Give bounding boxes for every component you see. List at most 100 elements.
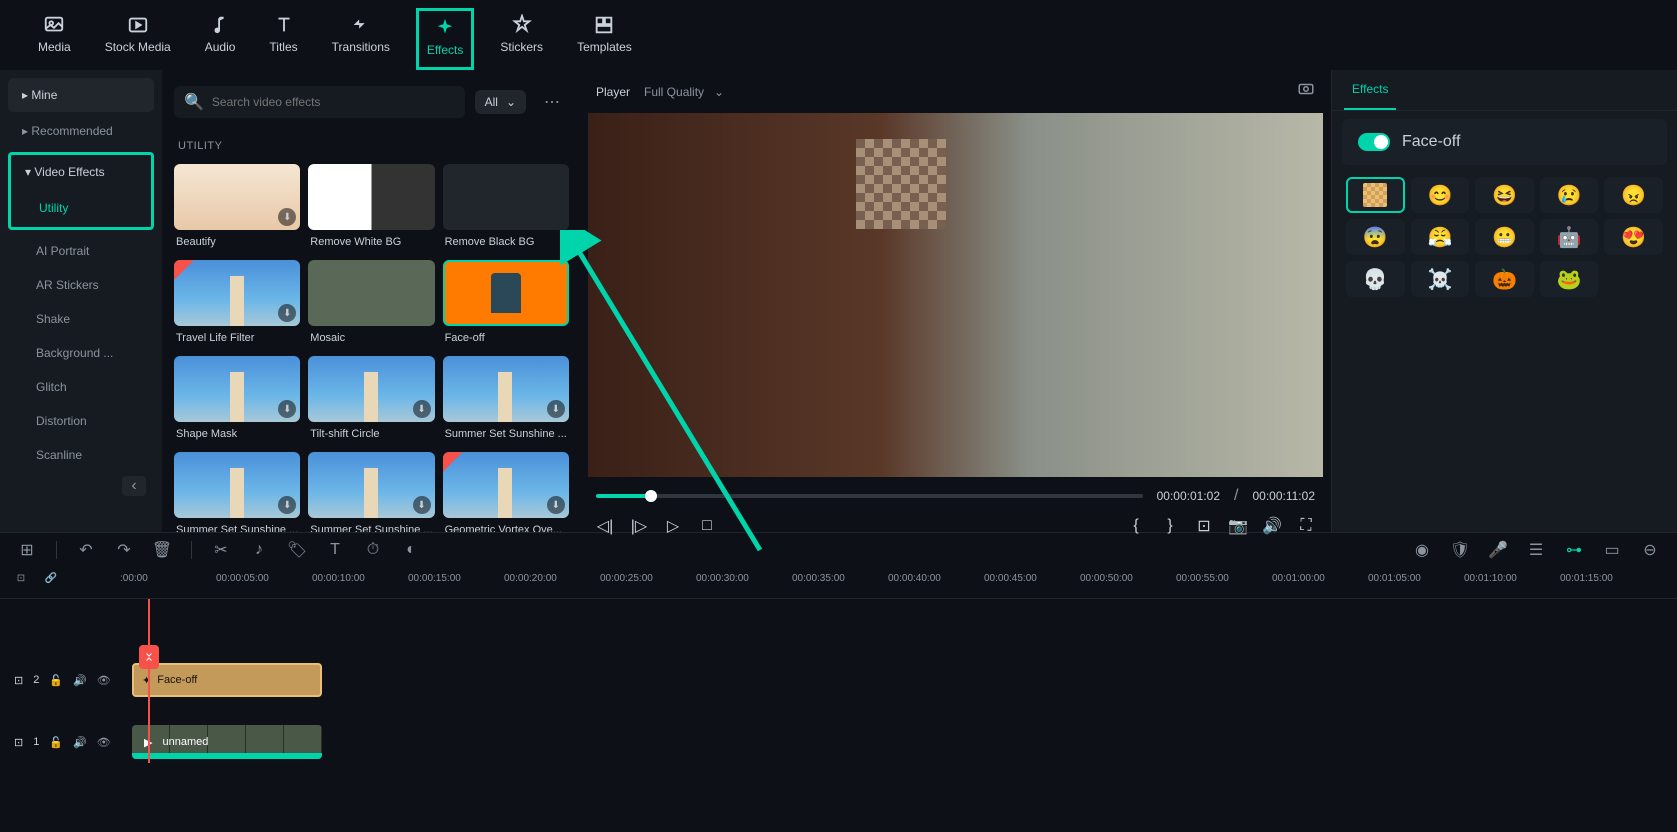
category-ai-portrait[interactable]: AI Portrait — [8, 234, 154, 268]
face-option-13[interactable]: 🐸 — [1540, 261, 1599, 297]
effect-tilt-shift-circle[interactable]: ⬇Tilt-shift Circle — [308, 356, 434, 440]
clip-face-off[interactable]: ✦ Face-off — [132, 663, 322, 697]
stickers-icon — [511, 14, 533, 36]
playhead[interactable] — [148, 599, 150, 763]
face-option-3[interactable]: 😢 — [1540, 177, 1599, 213]
delete-button[interactable]: 🗑 — [153, 541, 171, 559]
effect-remove-white-bg[interactable]: Remove White BG — [308, 164, 434, 248]
stop-button[interactable]: □ — [698, 517, 716, 535]
video-preview[interactable] — [588, 113, 1323, 477]
quality-dropdown[interactable]: Full Quality ⌄ — [644, 85, 724, 99]
snapshot-button[interactable] — [1297, 80, 1315, 103]
cut-button[interactable]: ✂ — [212, 541, 230, 559]
face-option-4[interactable]: 😠 — [1604, 177, 1663, 213]
search-input[interactable] — [212, 95, 455, 109]
category-shake[interactable]: Shake — [8, 302, 154, 336]
face-option-12[interactable]: 🎃 — [1475, 261, 1534, 297]
mixer-button[interactable]: ☰ — [1527, 541, 1545, 559]
nav-templates[interactable]: Templates — [569, 8, 640, 70]
face-option-5[interactable]: 😨 — [1346, 219, 1405, 255]
faceoff-toggle[interactable] — [1358, 133, 1390, 151]
category-ar-stickers[interactable]: AR Stickers — [8, 268, 154, 302]
nav-stickers[interactable]: Stickers — [492, 8, 551, 70]
effect-beautify[interactable]: ⬇Beautify — [174, 164, 300, 248]
track-visibility-button[interactable]: 👁 — [97, 671, 111, 689]
face-option-1[interactable]: 😊 — [1411, 177, 1470, 213]
voiceover-button[interactable]: 🎤 — [1489, 541, 1507, 559]
tab-effects[interactable]: Effects — [1344, 70, 1396, 110]
redo-button[interactable]: ↷ — [115, 541, 133, 559]
track-lock-button[interactable]: 🔓 — [49, 671, 63, 689]
category-scanline[interactable]: Scanline — [8, 438, 154, 472]
nav-effects[interactable]: Effects — [416, 8, 474, 70]
mark-in-button[interactable]: { — [1127, 517, 1145, 535]
timeline-link-button[interactable]: 🔗 — [42, 570, 60, 588]
next-frame-button[interactable]: |▷ — [630, 517, 648, 535]
nav-media[interactable]: Media — [30, 8, 79, 70]
category-distortion[interactable]: Distortion — [8, 404, 154, 438]
timeline-overview-button[interactable]: ⊡ — [12, 570, 30, 588]
scrubber-handle[interactable] — [645, 490, 657, 502]
nav-titles[interactable]: Titles — [261, 8, 305, 70]
face-option-11[interactable]: ☠️ — [1411, 261, 1470, 297]
face-option-7[interactable]: 😬 — [1475, 219, 1534, 255]
category-video-effects[interactable]: ▾ Video Effects — [11, 155, 151, 189]
face-option-8[interactable]: 🤖 — [1540, 219, 1599, 255]
face-option-9[interactable]: 😍 — [1604, 219, 1663, 255]
player-scrubber[interactable] — [596, 494, 1143, 498]
effect-mosaic[interactable]: Mosaic — [308, 260, 434, 344]
face-option-2[interactable]: 😆 — [1475, 177, 1534, 213]
effect-sunshine-1[interactable]: ⬇Summer Set Sunshine ... — [443, 356, 569, 440]
nav-audio[interactable]: Audio — [197, 8, 244, 70]
text-button[interactable]: T — [326, 541, 344, 559]
capture-button[interactable]: 📷 — [1229, 517, 1247, 535]
category-mine[interactable]: ▸ Mine — [8, 78, 154, 112]
mark-out-button[interactable]: } — [1161, 517, 1179, 535]
category-utility[interactable]: Utility — [11, 191, 151, 225]
effect-shape-mask[interactable]: ⬇Shape Mask — [174, 356, 300, 440]
track-type-icon: ⊡ — [14, 736, 23, 749]
fullscreen-button[interactable]: ⛶ — [1297, 517, 1315, 535]
view-button[interactable]: ▭ — [1603, 541, 1621, 559]
search-box[interactable]: 🔍 — [174, 86, 465, 118]
face-option-10[interactable]: 💀 — [1346, 261, 1405, 297]
effect-remove-black-bg[interactable]: Remove Black BG — [443, 164, 569, 248]
category-glitch[interactable]: Glitch — [8, 370, 154, 404]
effect-sunshine-3[interactable]: ⬇Summer Set Sunshine ... — [308, 452, 434, 532]
category-background[interactable]: Background ... — [8, 336, 154, 370]
audio-tool-button[interactable]: ♪ — [250, 541, 268, 559]
filter-dropdown[interactable]: All⌄ — [475, 90, 526, 114]
nav-transitions[interactable]: Transitions — [324, 8, 398, 70]
zoom-out-button[interactable]: ⊖ — [1641, 541, 1659, 559]
effect-travel-life-filter[interactable]: ⬇Travel Life Filter — [174, 260, 300, 344]
effect-geometric-vortex[interactable]: ⬇Geometric Vortex Ove... — [443, 452, 569, 532]
stock-media-icon — [127, 14, 149, 36]
color-button[interactable]: ◐ — [402, 541, 420, 559]
clip-video-unnamed[interactable]: ▶ unnamed — [132, 725, 322, 759]
timeline-ruler[interactable]: ⊡ 🔗 :00:00 00:00:05:00 00:00:10:00 00:00… — [0, 567, 1677, 599]
undo-button[interactable]: ↶ — [77, 541, 95, 559]
sidebar-collapse-button[interactable]: ‹ — [122, 476, 146, 496]
prev-frame-button[interactable]: ◁| — [596, 517, 614, 535]
volume-button[interactable]: 🔊 — [1263, 517, 1281, 535]
face-option-pixelated[interactable] — [1346, 177, 1405, 213]
category-recommended[interactable]: ▸ Recommended — [8, 114, 154, 148]
playhead-handle[interactable] — [139, 645, 159, 669]
nav-stock-media[interactable]: Stock Media — [97, 8, 179, 70]
marker-button[interactable]: 🛡 — [1451, 541, 1469, 559]
effect-sunshine-2[interactable]: ⬇Summer Set Sunshine ... — [174, 452, 300, 532]
track-visibility-button[interactable]: 👁 — [97, 733, 111, 751]
snap-button[interactable]: ⊶ — [1565, 541, 1583, 559]
tag-button[interactable]: 🏷 — [288, 541, 306, 559]
track-lock-button[interactable]: 🔓 — [49, 733, 63, 751]
more-button[interactable]: ⋯ — [536, 88, 568, 116]
effect-face-off[interactable]: Face-off — [443, 260, 569, 344]
display-button[interactable]: ⊡ — [1195, 517, 1213, 535]
track-mute-button[interactable]: 🔊 — [73, 671, 87, 689]
track-mute-button[interactable]: 🔊 — [73, 733, 87, 751]
render-button[interactable]: ◉ — [1413, 541, 1431, 559]
grid-button[interactable]: ⊞ — [18, 541, 36, 559]
play-button[interactable]: ▷ — [664, 517, 682, 535]
face-option-6[interactable]: 😤 — [1411, 219, 1470, 255]
speed-button[interactable]: ⏱ — [364, 541, 382, 559]
